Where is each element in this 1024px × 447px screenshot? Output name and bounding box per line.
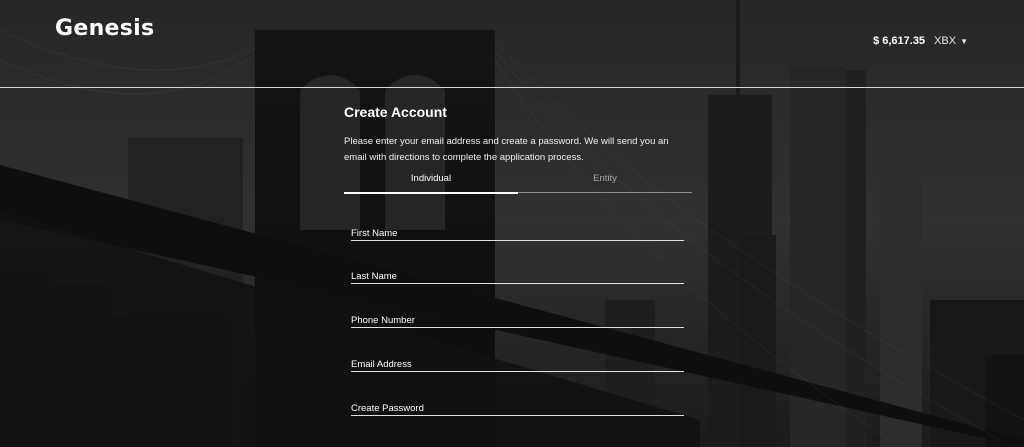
header: Genesis $ 6,617.35 XBX ▼ bbox=[0, 0, 1024, 88]
create-password-label: Create Password bbox=[351, 403, 424, 414]
last-name-label: Last Name bbox=[351, 271, 397, 282]
active-tab-indicator bbox=[344, 192, 518, 194]
chevron-down-icon: ▼ bbox=[960, 36, 968, 46]
email-address-field[interactable]: Email Address bbox=[351, 357, 684, 372]
account-type-tabs: Individual Entity bbox=[344, 171, 692, 194]
create-password-field[interactable]: Create Password bbox=[351, 401, 684, 416]
phone-number-label: Phone Number bbox=[351, 315, 415, 326]
first-name-field[interactable]: First Name bbox=[351, 226, 684, 241]
tab-individual[interactable]: Individual bbox=[344, 173, 518, 184]
currency-label: XBX bbox=[934, 35, 957, 47]
tab-entity[interactable]: Entity bbox=[518, 173, 692, 184]
price-value: $ 6,617.35 bbox=[873, 35, 926, 47]
phone-number-field[interactable]: Phone Number bbox=[351, 313, 684, 328]
email-address-label: Email Address bbox=[351, 359, 412, 370]
create-account-form: Create Account Please enter your email a… bbox=[344, 104, 692, 194]
price-ticker: $ 6,617.35 XBX ▼ bbox=[873, 35, 968, 47]
form-description: Please enter your email address and crea… bbox=[344, 136, 669, 163]
form-title: Create Account bbox=[344, 104, 447, 120]
first-name-label: First Name bbox=[351, 228, 398, 239]
genesis-logo[interactable]: Genesis bbox=[55, 16, 154, 41]
last-name-field[interactable]: Last Name bbox=[351, 269, 684, 284]
currency-selector[interactable]: XBX ▼ bbox=[934, 35, 968, 47]
header-divider bbox=[0, 87, 1024, 88]
